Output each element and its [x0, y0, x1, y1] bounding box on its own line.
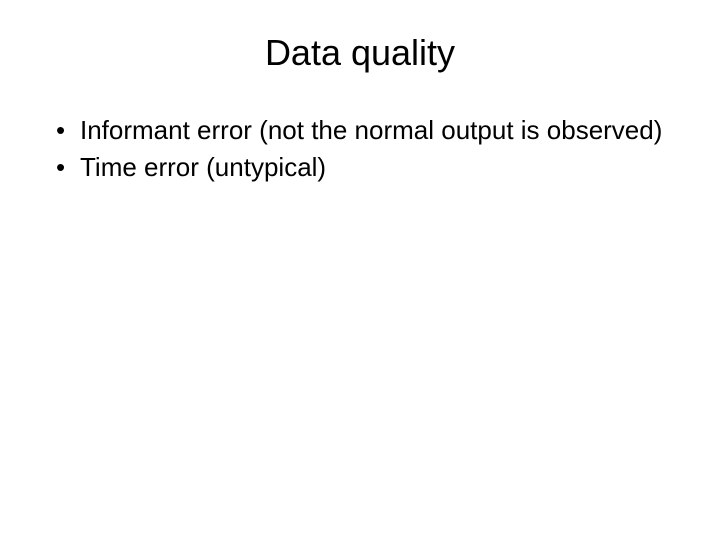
- slide: Data quality Informant error (not the no…: [0, 0, 720, 540]
- list-item: Time error (untypical): [56, 151, 684, 184]
- bullet-text: Time error (untypical): [80, 152, 326, 182]
- slide-title: Data quality: [36, 32, 684, 74]
- bullet-list: Informant error (not the normal output i…: [36, 114, 684, 183]
- bullet-text: Informant error (not the normal output i…: [80, 115, 662, 145]
- list-item: Informant error (not the normal output i…: [56, 114, 684, 147]
